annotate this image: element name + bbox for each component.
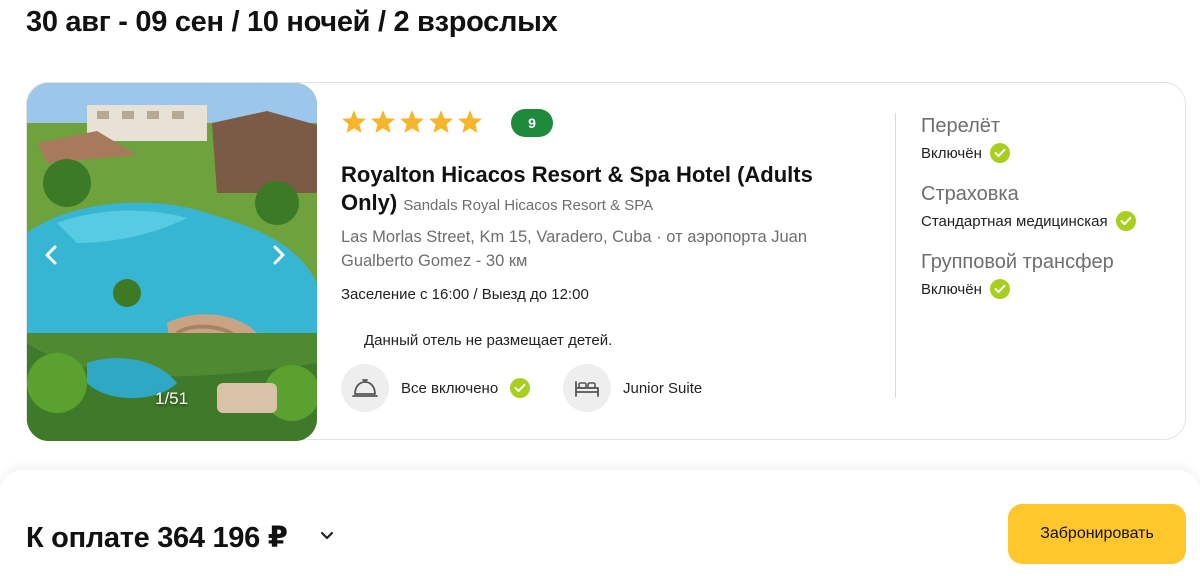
- service-value: Включён: [921, 279, 1114, 299]
- check-circle-icon: [989, 279, 1010, 299]
- payment-footer: К оплате 364 196 ₽ Забронировать: [0, 470, 1200, 576]
- star-icon: [400, 110, 424, 133]
- cloche-icon: [341, 364, 389, 412]
- meal-plan-label: Все включено: [401, 379, 499, 397]
- service-title: Перелёт: [921, 115, 1001, 137]
- check-circle-icon: [1115, 211, 1136, 231]
- service-value-text: Включён: [921, 144, 982, 162]
- photo-next-button[interactable]: [273, 245, 297, 275]
- meal-plan: Все включено: [341, 364, 531, 412]
- chevron-down-icon: [320, 531, 334, 540]
- chevron-left-icon: [45, 245, 57, 265]
- service-insurance: Страховка Стандартная медицинская: [921, 181, 1136, 231]
- address-text: Las Morlas Street, Km 15, Varadero, Cuba: [341, 228, 652, 246]
- service-value: Стандартная медицинская: [921, 211, 1136, 231]
- total-price: К оплате 364 196 ₽: [26, 522, 288, 554]
- hotel-address: Las Morlas Street, Km 15, Varadero, Cuba…: [341, 225, 881, 273]
- children-note: Данный отель не размещает детей.: [364, 332, 613, 349]
- checkin-checkout: Заселение с 16:00 / Выезд до 12:00: [341, 286, 589, 303]
- trip-summary: 30 авг - 09 сен / 10 ночей / 2 взрослых: [26, 6, 558, 38]
- hotel-alt-name: Sandals Royal Hicacos Resort & SPA: [403, 197, 654, 214]
- service-title: Групповой трансфер: [921, 251, 1114, 273]
- hotel-name[interactable]: Royalton Hicacos Resort & Spa Hotel (Adu…: [341, 161, 871, 220]
- room-type-label: Junior Suite: [623, 379, 703, 397]
- service-flight: Перелёт Включён: [921, 113, 1010, 163]
- service-title: Страховка: [921, 183, 1019, 205]
- star-icon: [458, 110, 482, 133]
- book-button[interactable]: Забронировать: [1008, 504, 1186, 564]
- star-icon: [371, 110, 395, 133]
- address-separator: ·: [656, 228, 667, 246]
- room-type: Junior Suite: [563, 364, 702, 412]
- hotel-card: 1/51 9 Royalton Hicacos Resort & Spa Hot…: [26, 82, 1186, 441]
- hotel-photo[interactable]: 1/51: [27, 83, 317, 441]
- check-circle-icon: [510, 378, 531, 398]
- chevron-right-icon: [273, 245, 285, 265]
- photo-counter: 1/51: [155, 389, 189, 408]
- bed-icon: [563, 364, 611, 412]
- price-details-toggle[interactable]: [320, 528, 334, 546]
- service-value: Включён: [921, 143, 1010, 163]
- service-value-text: Включён: [921, 280, 982, 298]
- service-transfer: Групповой трансфер Включён: [921, 249, 1114, 299]
- card-divider: [895, 113, 896, 398]
- star-icon: [342, 110, 366, 133]
- check-circle-icon: [989, 143, 1010, 163]
- rating-badge: 9: [511, 109, 553, 137]
- star-icon: [429, 110, 453, 133]
- photo-prev-button[interactable]: [45, 245, 69, 275]
- hotel-stars: [341, 109, 483, 134]
- service-value-text: Стандартная медицинская: [921, 212, 1108, 230]
